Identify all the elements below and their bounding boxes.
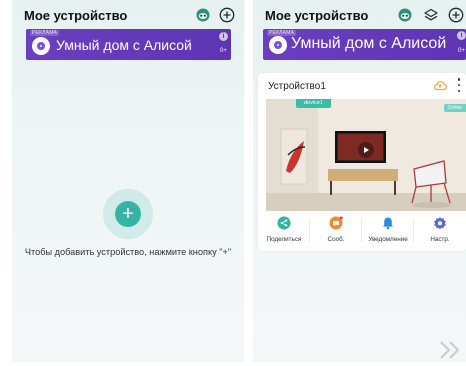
more-options-icon[interactable] [456,78,462,92]
cloud-upload-icon[interactable] [433,79,448,93]
age-rating: 0+ [458,48,465,54]
share-action[interactable]: Поделиться [258,215,310,249]
add-device-icon[interactable] [448,7,464,23]
ad-banner[interactable]: РЕКЛАМА Умный дом с Алисой i 0+ [26,29,231,60]
device-card[interactable]: Устройство1 device1 Online Поделиться Со… [258,73,466,251]
notification-action[interactable]: Уведомление [362,215,414,249]
ad-label: РЕКЛАМА [30,30,60,36]
share-icon [277,216,291,230]
app-header: Мое устройство [253,4,466,26]
banner-text: Умный дом с Алисой [291,35,447,52]
empty-device-screen: Мое устройство РЕКЛАМА Умный дом с Алисо… [12,0,244,362]
messages-label: Сооб. [327,236,345,243]
device-actions: Поделиться Сооб. Уведомление Настр. [258,215,466,249]
alice-logo-icon [32,37,50,55]
assistant-icon[interactable] [397,7,413,23]
ad-banner[interactable]: РЕКЛАМА Умный дом с Алисой i 0+ [263,29,466,60]
play-icon[interactable] [358,142,374,158]
gear-icon [433,216,447,230]
layers-icon[interactable] [423,7,439,23]
page-title: Мое устройство [265,8,369,23]
double-chevron-icon [438,340,464,360]
add-device-button[interactable]: + [115,201,141,227]
settings-label: Настр. [430,236,450,243]
share-label: Поделиться [266,236,302,243]
camera-thumbnail[interactable]: device1 Online [266,99,466,211]
page-title: Мое устройство [24,8,128,23]
empty-hint: Чтобы добавить устройство, нажмите кнопк… [24,247,232,257]
messages-action[interactable]: Сооб. [310,215,362,249]
thumbnail-device-tag: device1 [296,99,331,108]
assistant-icon[interactable] [195,7,211,23]
add-device-icon[interactable] [219,7,235,23]
notification-label: Уведомление [368,236,408,243]
status-badge: Online [443,104,466,112]
add-device-button-wrapper: + [103,189,153,239]
banner-text: Умный дом с Алисой [56,37,192,53]
alice-logo-icon [269,36,287,54]
info-icon[interactable]: i [219,32,228,41]
info-icon[interactable]: i [457,31,466,40]
age-rating: 0+ [220,48,227,54]
settings-action[interactable]: Настр. [414,215,466,249]
device-name: Устройство1 [268,81,326,92]
app-header: Мое устройство [12,4,244,26]
message-icon [329,216,343,230]
device-list-screen: Мое устройство РЕКЛАМА Умный дом с Алисо… [253,0,466,362]
bell-icon [381,216,395,230]
